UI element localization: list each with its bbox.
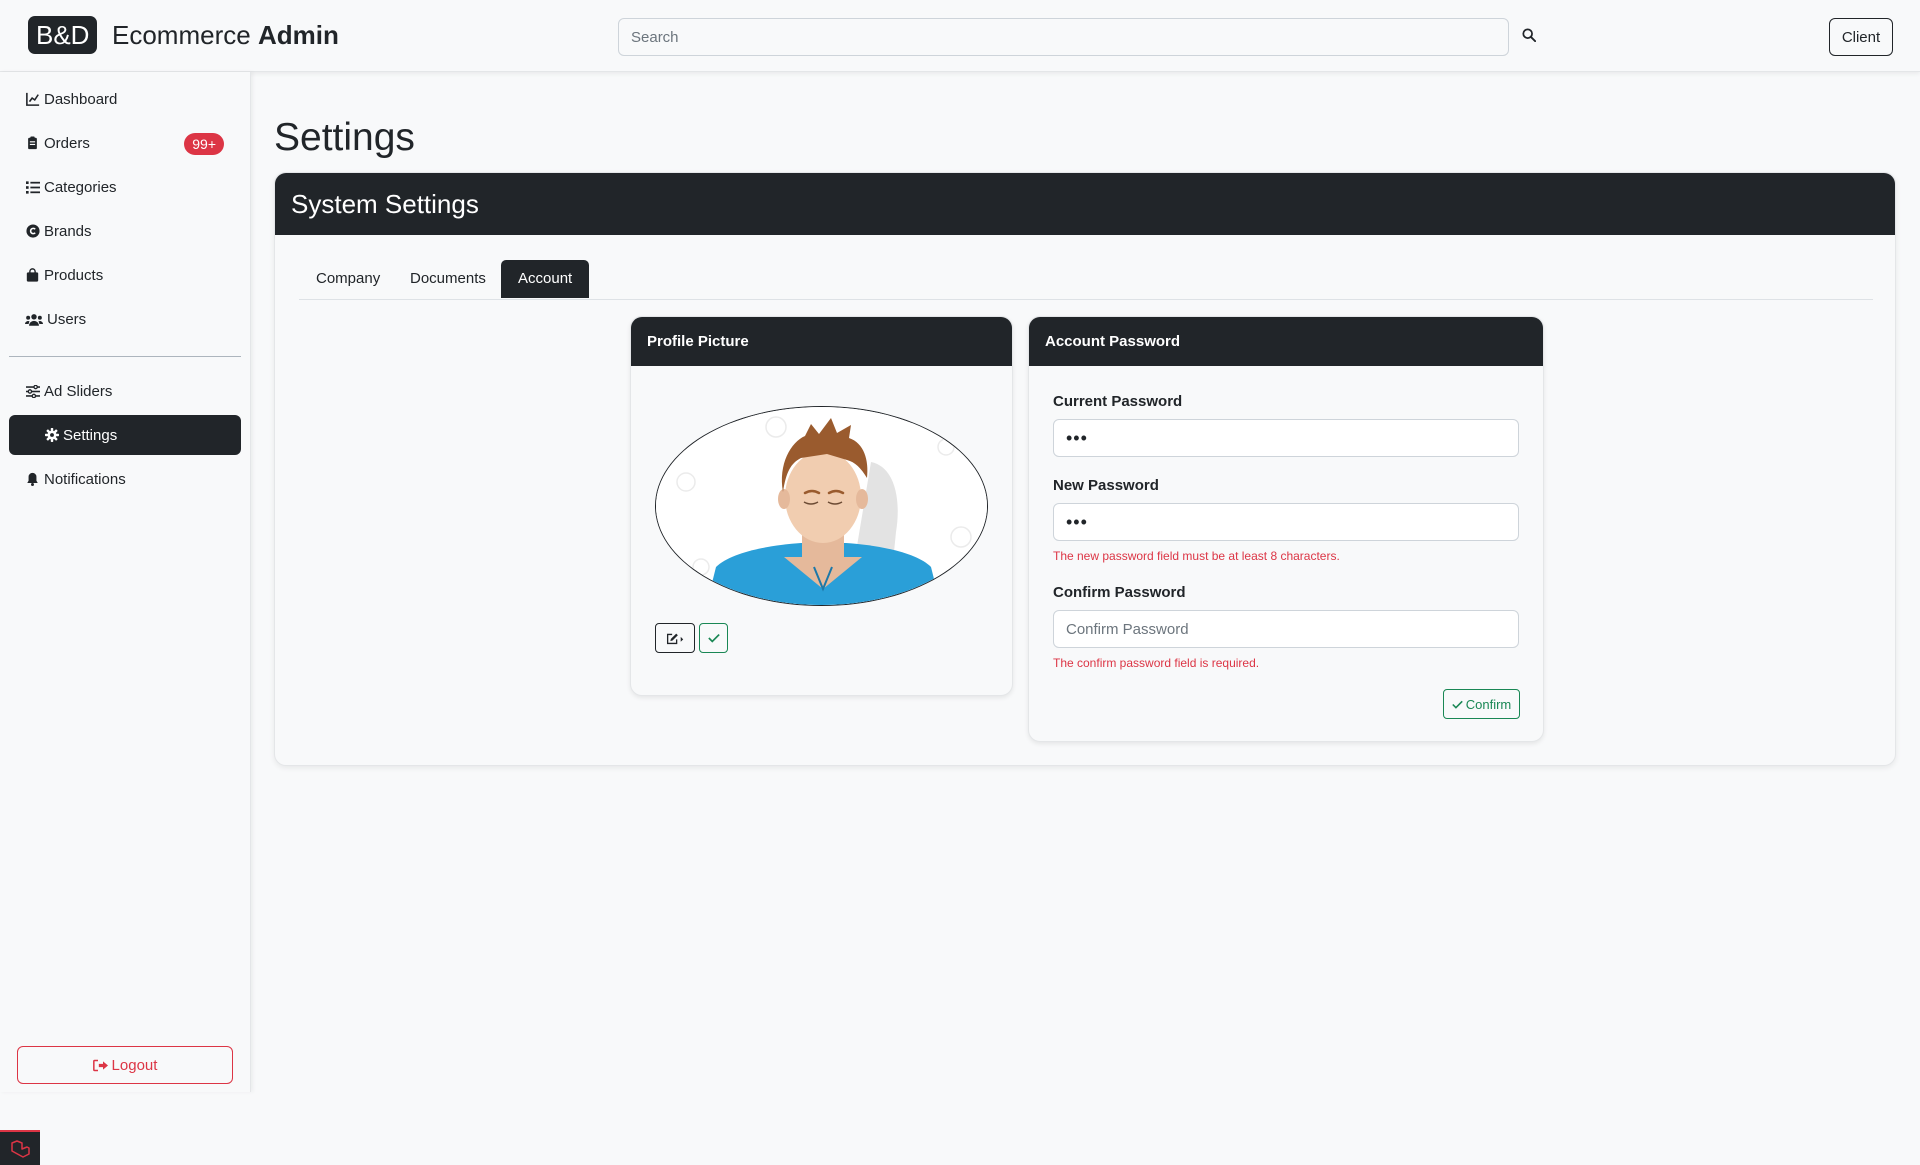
sidebar-item-categories[interactable]: Categories — [9, 167, 241, 207]
edit-picture-button[interactable] — [655, 623, 695, 653]
sidebar-item-label: Notifications — [44, 470, 126, 488]
sidebar-item-label: Products — [44, 266, 104, 284]
sidebar-item-label: Categories — [44, 178, 117, 196]
brand-name: Ecommerce — [112, 20, 251, 50]
sidebar-item-label: Ad Sliders — [44, 382, 113, 400]
chart-line-icon — [25, 92, 40, 107]
confirm-password-label: Confirm Password — [1053, 584, 1186, 601]
confirm-password-error: The confirm password field is required. — [1053, 656, 1260, 670]
sliders-icon — [25, 384, 40, 399]
sidebar-item-label: Users — [47, 310, 87, 328]
bell-icon — [25, 472, 40, 487]
orders-count-badge: 99+ — [184, 133, 224, 155]
save-picture-button[interactable] — [699, 623, 728, 653]
edit-icon — [666, 633, 684, 644]
current-password-field[interactable]: ••• — [1053, 419, 1519, 457]
top-navbar: B&D Ecommerce Admin Client — [0, 0, 1920, 72]
current-password-label: Current Password — [1053, 393, 1183, 410]
laravel-logo-icon[interactable] — [0, 1130, 40, 1165]
sidebar: Dashboard Orders 99+ Categories Brands P… — [0, 72, 251, 1092]
brand-title[interactable]: Ecommerce Admin — [112, 18, 339, 52]
tab-documents[interactable]: Documents — [393, 260, 503, 298]
copyright-icon — [25, 224, 40, 239]
account-password-panel: Account Password Current Password ••• Ne… — [1028, 316, 1544, 742]
check-icon — [707, 633, 720, 643]
new-password-label: New Password — [1053, 477, 1159, 494]
sidebar-item-notifications[interactable]: Notifications — [9, 459, 241, 499]
search-icon[interactable] — [1518, 24, 1540, 46]
sidebar-item-brands[interactable]: Brands — [9, 211, 241, 251]
sidebar-item-dashboard[interactable]: Dashboard — [9, 79, 241, 119]
brand-logo[interactable]: B&D — [28, 16, 98, 54]
logout-label: Logout — [111, 1056, 158, 1074]
sidebar-item-label: Settings — [63, 426, 118, 444]
profile-picture-header: Profile Picture — [631, 317, 1012, 366]
sidebar-item-users[interactable]: Users — [9, 299, 241, 339]
logout-icon — [92, 1059, 108, 1072]
check-icon — [1451, 700, 1463, 709]
tab-company[interactable]: Company — [299, 260, 397, 298]
brand-suffix: Admin — [257, 20, 339, 50]
list-icon — [25, 180, 40, 195]
sidebar-item-products[interactable]: Products — [9, 255, 241, 295]
account-password-header: Account Password — [1029, 317, 1543, 366]
sidebar-divider — [9, 356, 241, 357]
sidebar-item-orders[interactable]: Orders 99+ — [9, 123, 241, 163]
page-title: Settings — [274, 116, 415, 159]
sidebar-item-label: Orders — [44, 134, 90, 152]
profile-picture-panel: Profile Picture — [630, 316, 1013, 696]
new-password-error: The new password field must be at least … — [1053, 549, 1340, 563]
shopping-bag-icon — [25, 268, 40, 283]
sidebar-item-ad-sliders[interactable]: Ad Sliders — [9, 371, 241, 411]
settings-tabs: Company Documents Account — [299, 260, 1873, 300]
users-icon — [25, 312, 43, 327]
sidebar-item-settings[interactable]: Settings — [9, 415, 241, 455]
sidebar-item-label: Brands — [44, 222, 92, 240]
confirm-password-field[interactable] — [1053, 610, 1519, 648]
confirm-label: Confirm — [1465, 696, 1512, 712]
confirm-button[interactable]: Confirm — [1443, 689, 1520, 719]
system-settings-header: System Settings — [275, 173, 1895, 235]
gear-icon — [44, 428, 59, 443]
new-password-field[interactable]: ••• — [1053, 503, 1519, 541]
avatar-illustration — [656, 407, 987, 605]
sidebar-item-label: Dashboard — [44, 90, 118, 108]
search-input[interactable] — [618, 18, 1509, 56]
tab-account[interactable]: Account — [501, 260, 590, 298]
client-button[interactable]: Client — [1829, 18, 1893, 56]
profile-avatar-image — [655, 406, 988, 606]
logout-button[interactable]: Logout — [17, 1046, 233, 1084]
system-settings-card: System Settings Company Documents Accoun… — [274, 172, 1896, 766]
clipboard-icon — [25, 136, 40, 151]
